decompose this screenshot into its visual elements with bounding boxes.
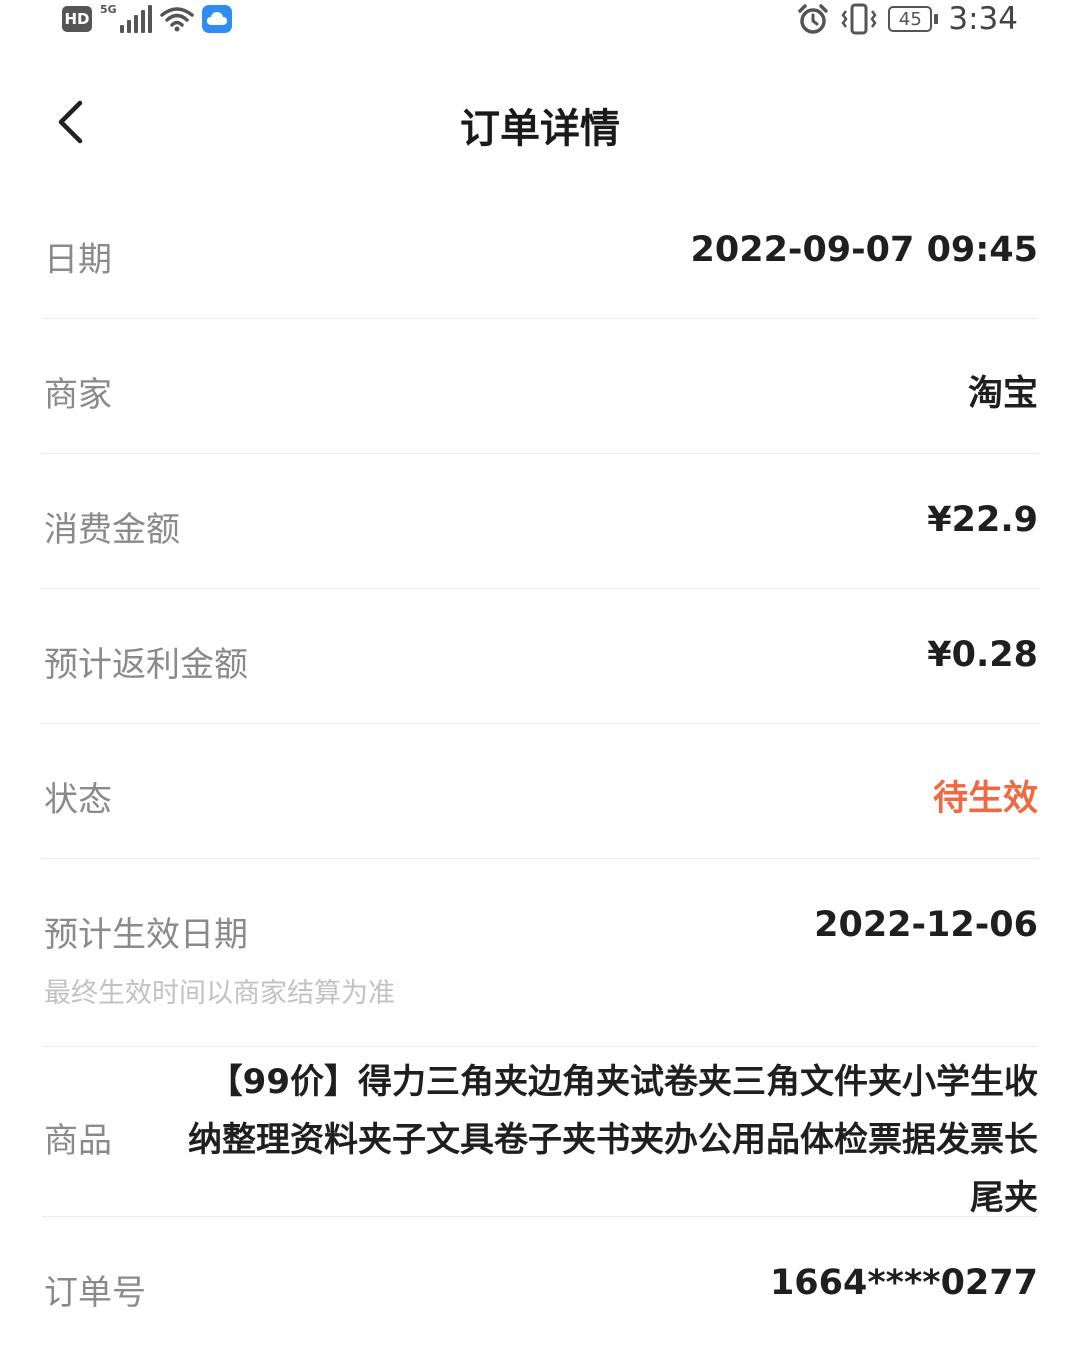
cellular-signal-icon: 5G (100, 3, 152, 33)
row-value: 2022-12-06 (814, 905, 1038, 945)
page-title: 订单详情 (460, 106, 620, 152)
order-detail-list: 日期 2022-09-07 09:45 商家 淘宝 消费金额 ¥22.9 预计返… (42, 184, 1038, 1352)
row-status: 状态 待生效 (42, 724, 1038, 859)
row-value: 2022-09-07 09:45 (690, 230, 1038, 270)
clock-time: 3:34 (948, 1, 1018, 37)
row-label: 订单号 (44, 1273, 146, 1313)
status-right-icons: 45 3:34 (796, 0, 1018, 38)
alarm-icon (798, 4, 829, 34)
wifi-icon (160, 7, 194, 32)
cloud-icon (202, 5, 232, 33)
network-type-label: 5G (100, 3, 117, 16)
row-label: 商品 (44, 1121, 112, 1161)
row-merchant: 商家 淘宝 (42, 319, 1038, 454)
row-order-number: 订单号 1664****0277 (42, 1217, 1038, 1352)
row-effective-date: 预计生效日期 2022-12-06 最终生效时间以商家结算为准 (42, 859, 1038, 1047)
row-label: 商家 (44, 375, 112, 415)
status-badge: 待生效 (932, 779, 1038, 819)
row-label: 日期 (44, 240, 112, 280)
product-title: 【99价】得力三角夹边角夹试卷夹三角文件夹小学生收纳整理资料夹子文具卷子夹书夹办… (188, 1062, 1038, 1218)
hd-icon: HD (62, 6, 92, 32)
vibrate-icon (841, 3, 877, 35)
battery-icon: 45 (888, 6, 939, 32)
row-label: 状态 (44, 780, 112, 820)
row-value: ¥22.9 (927, 500, 1038, 540)
row-value: ¥0.28 (927, 635, 1038, 675)
row-hint: 最终生效时间以商家结算为准 (44, 978, 395, 1009)
status-bar: HD 5G 45 3:34 (0, 0, 1080, 40)
row-rebate: 预计返利金额 ¥0.28 (42, 589, 1038, 724)
row-product: 商品 【99价】得力三角夹边角夹试卷夹三角文件夹小学生收纳整理资料夹子文具卷子夹… (42, 1047, 1038, 1218)
row-label: 消费金额 (44, 510, 180, 550)
row-label: 预计生效日期 (44, 915, 248, 955)
order-number[interactable]: 1664****0277 (770, 1263, 1038, 1303)
row-date: 日期 2022-09-07 09:45 (42, 184, 1038, 319)
hd-label: HD (64, 10, 90, 28)
row-label: 预计返利金额 (44, 645, 248, 685)
row-amount: 消费金额 ¥22.9 (42, 454, 1038, 589)
navigation-bar: 订单详情 (0, 80, 1080, 168)
battery-level: 45 (898, 8, 922, 30)
status-left-icons: HD 5G (62, 2, 232, 36)
row-value: 淘宝 (967, 374, 1038, 414)
